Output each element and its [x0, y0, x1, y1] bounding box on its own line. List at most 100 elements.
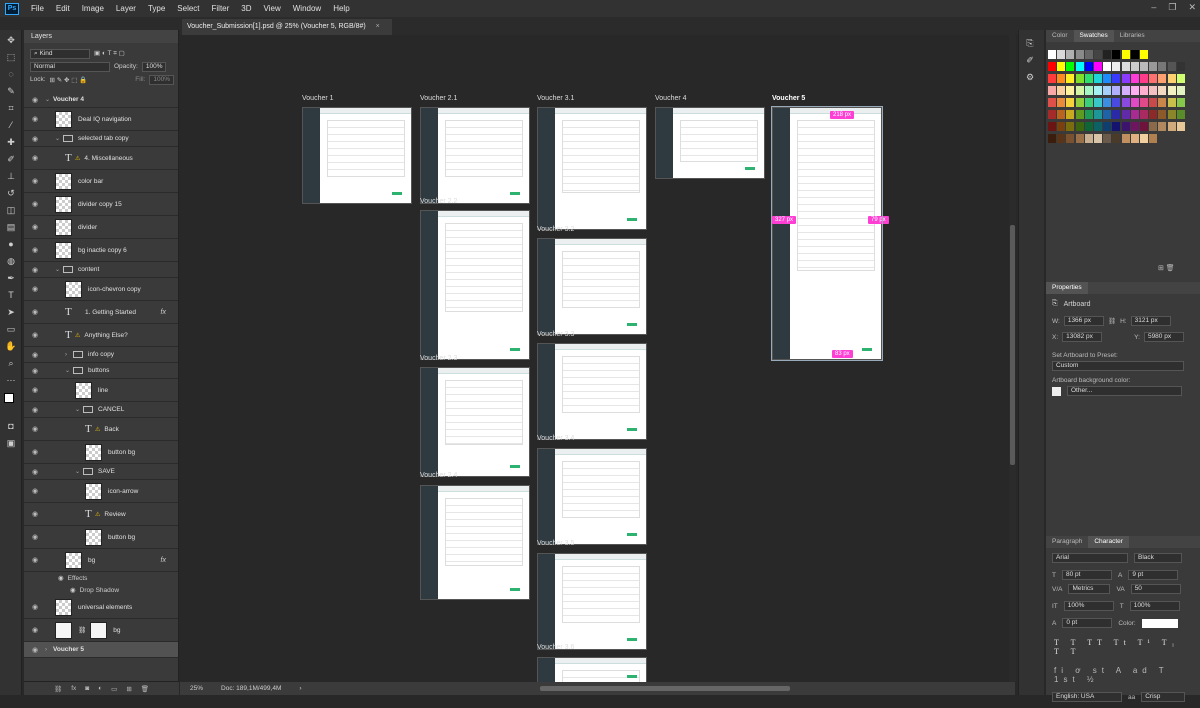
- color-swatch[interactable]: [1158, 98, 1167, 107]
- color-swatch[interactable]: [1075, 86, 1084, 95]
- path-select-tool-icon[interactable]: ➤: [4, 305, 18, 319]
- color-swatch[interactable]: [1094, 110, 1102, 119]
- vertical-scrollbar[interactable]: [1009, 35, 1016, 682]
- color-swatch[interactable]: [1176, 110, 1185, 119]
- color-swatch[interactable]: [1130, 122, 1139, 131]
- color-swatch[interactable]: [1158, 86, 1167, 95]
- menu-help[interactable]: Help: [327, 0, 355, 17]
- menu-filter[interactable]: Filter: [206, 0, 236, 17]
- color-swatch[interactable]: [1075, 110, 1084, 119]
- color-swatch[interactable]: [1094, 50, 1102, 59]
- layer-row[interactable]: ◉ T ⚠ 4. Miscellaneous: [24, 147, 178, 170]
- preset-select[interactable]: Custom: [1052, 361, 1184, 371]
- color-swatch[interactable]: [1103, 122, 1112, 131]
- mask-thumbnail[interactable]: [90, 621, 108, 639]
- zoom-level[interactable]: 25%: [190, 685, 203, 692]
- fx-badge-icon[interactable]: fx: [161, 309, 166, 316]
- x-field[interactable]: 13082 px: [1062, 332, 1103, 342]
- color-swatch[interactable]: [1075, 122, 1084, 131]
- color-swatch[interactable]: [1167, 62, 1176, 71]
- color-swatch[interactable]: [1130, 62, 1139, 71]
- layer-row[interactable]: ◉ T ⚠ Anything Else?: [24, 324, 178, 347]
- vertical-scale-field[interactable]: 100%: [1063, 601, 1114, 611]
- artboard-label[interactable]: Voucher 3.4: [537, 435, 574, 442]
- color-swatch[interactable]: [1130, 50, 1139, 59]
- color-swatch[interactable]: [1066, 98, 1075, 107]
- color-swatch[interactable]: [1057, 74, 1066, 83]
- layer-row[interactable]: ◉ T 1. Getting Started fx: [24, 301, 178, 324]
- leading-field[interactable]: 9 pt: [1128, 570, 1179, 580]
- photoshop-logo[interactable]: Ps: [5, 2, 19, 15]
- color-swatch[interactable]: [1140, 134, 1148, 143]
- width-field[interactable]: 1366 px: [1063, 316, 1104, 326]
- artboard-label[interactable]: Voucher 3.6: [537, 644, 574, 651]
- lock-icons[interactable]: ⊞ ✎ ✥ ⬚ 🔒: [50, 76, 88, 84]
- layer-row[interactable]: ◉ icon-arrow: [24, 480, 178, 503]
- visibility-eye-icon[interactable]: ◉: [29, 487, 41, 495]
- visibility-eye-icon[interactable]: ◉: [29, 351, 41, 359]
- crop-tool-icon[interactable]: ⌗: [4, 101, 18, 115]
- color-swatch[interactable]: [1094, 134, 1102, 143]
- color-swatch[interactable]: [1149, 110, 1158, 119]
- color-swatch[interactable]: [1121, 62, 1130, 71]
- layer-row[interactable]: ◉ ⌄ CANCEL: [24, 402, 178, 418]
- opentype-buttons[interactable]: fi ơ st A ad T 1st ½: [1046, 664, 1200, 686]
- restore-button[interactable]: ❐: [1168, 0, 1176, 15]
- color-swatch[interactable]: [1149, 62, 1158, 71]
- horizontal-scrollbar[interactable]: [540, 686, 790, 691]
- tab-character[interactable]: Character: [1088, 536, 1129, 548]
- fill-field[interactable]: 100%: [149, 74, 174, 85]
- color-swatch[interactable]: [1057, 134, 1066, 143]
- visibility-eye-icon[interactable]: ◉: [29, 135, 41, 143]
- tab-color[interactable]: Color: [1046, 30, 1074, 42]
- zoom-tool-icon[interactable]: ⌕: [4, 356, 18, 370]
- color-swatch[interactable]: [1167, 110, 1176, 119]
- color-swatch[interactable]: [1149, 86, 1158, 95]
- color-swatch[interactable]: [1121, 50, 1130, 59]
- layer-row[interactable]: ◉ color bar: [24, 170, 178, 193]
- visibility-eye-icon[interactable]: ◉: [29, 510, 41, 518]
- color-swatch[interactable]: [1140, 122, 1148, 131]
- selection-frame[interactable]: [771, 106, 883, 361]
- visibility-eye-icon[interactable]: ◉: [29, 425, 41, 433]
- menu-window[interactable]: Window: [287, 0, 327, 17]
- visibility-eye-icon[interactable]: ◉: [29, 406, 41, 414]
- color-swatch[interactable]: [1176, 86, 1185, 95]
- color-swatch[interactable]: [1066, 122, 1075, 131]
- color-swatch[interactable]: [1048, 50, 1056, 59]
- expand-chevron-icon[interactable]: ⌄: [45, 96, 53, 103]
- font-style-select[interactable]: Black: [1134, 553, 1182, 563]
- new-layer-icon[interactable]: ⊞: [126, 685, 131, 693]
- eraser-tool-icon[interactable]: ◫: [4, 203, 18, 217]
- adjustments-panel-icon[interactable]: ⚙: [1023, 70, 1037, 84]
- artboard-label[interactable]: Voucher 2.3: [420, 355, 457, 362]
- color-swatch[interactable]: [1084, 86, 1093, 95]
- artboard[interactable]: [537, 238, 647, 335]
- color-swatch[interactable]: [1075, 134, 1084, 143]
- color-swatch[interactable]: [1048, 86, 1056, 95]
- color-swatch[interactable]: [1149, 98, 1158, 107]
- hand-tool-icon[interactable]: ✋: [4, 339, 18, 353]
- type-tool-icon[interactable]: T: [4, 288, 18, 302]
- kerning-field[interactable]: Metrics: [1068, 584, 1111, 594]
- visibility-eye-icon[interactable]: ◉: [29, 285, 41, 293]
- color-swatch[interactable]: [1084, 110, 1093, 119]
- artboard-label[interactable]: Voucher 2.4: [420, 472, 457, 479]
- link-layers-icon[interactable]: ⛓: [54, 685, 62, 693]
- blend-mode-select[interactable]: Normal: [30, 61, 110, 72]
- color-swatch[interactable]: [1149, 134, 1158, 143]
- color-swatch[interactable]: [1075, 62, 1084, 71]
- brush-panel-icon[interactable]: ✐: [1023, 53, 1037, 67]
- close-tab-icon[interactable]: ×: [376, 23, 380, 30]
- color-swatch[interactable]: [1103, 62, 1112, 71]
- tab-paragraph[interactable]: Paragraph: [1046, 536, 1088, 548]
- menu-image[interactable]: Image: [76, 0, 110, 17]
- layer-row[interactable]: ◉ › info copy: [24, 347, 178, 363]
- adjustment-icon[interactable]: ◐: [98, 685, 102, 692]
- color-swatch[interactable]: [1066, 50, 1075, 59]
- quick-mask-icon[interactable]: ◘: [4, 419, 18, 433]
- menu-select[interactable]: Select: [171, 0, 205, 17]
- artboard-label[interactable]: Voucher 5: [772, 95, 805, 102]
- color-swatch[interactable]: [1057, 122, 1066, 131]
- color-swatch[interactable]: [1130, 98, 1139, 107]
